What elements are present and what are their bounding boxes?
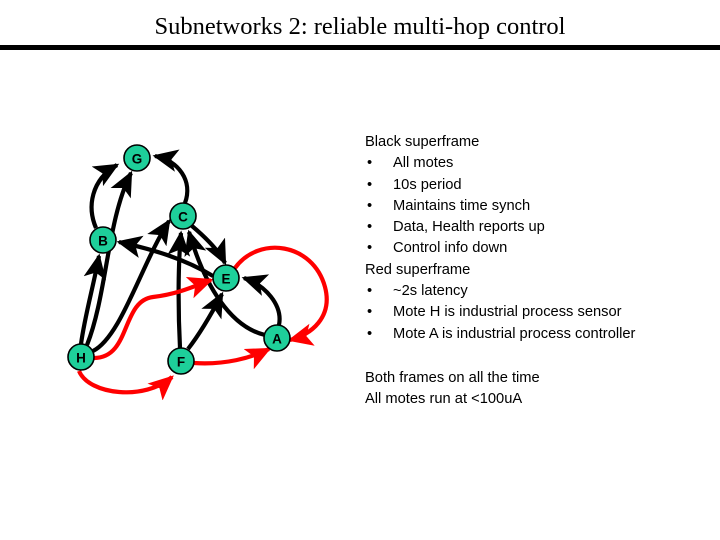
bullet-icon: • xyxy=(367,176,373,193)
black-superframe-item-text: 10s period xyxy=(393,176,462,193)
title-divider xyxy=(0,45,720,50)
node-label-C: C xyxy=(178,210,188,225)
red-superframe-item-text: Mote A is industrial process controller xyxy=(393,325,636,342)
node-label-F: F xyxy=(177,355,185,370)
black-superframe-item-text: Control info down xyxy=(393,240,508,257)
superframe-description: Black superframe • All motes • 10s perio… xyxy=(365,132,710,345)
red-superframe-item-text: Mote H is industrial process sensor xyxy=(393,304,622,321)
edge-H-to-F-red xyxy=(77,369,174,400)
black-superframe-item: • 10s period xyxy=(365,175,710,196)
red-superframe-heading: Red superframe xyxy=(365,261,471,278)
bullet-icon: • xyxy=(367,155,373,172)
bullet-icon: • xyxy=(367,304,373,321)
edge-F-to-E xyxy=(186,291,224,351)
edge-F-to-A-red xyxy=(193,347,272,370)
closing-notes: Both frames on all the time All motes ru… xyxy=(365,368,710,411)
node-C[interactable]: C xyxy=(169,202,197,230)
black-superframe-item-text: All motes xyxy=(393,155,454,172)
edge-A-to-E xyxy=(241,274,282,326)
network-graph-svg: G C B E A H F xyxy=(67,144,329,400)
red-superframe-item: • Mote A is industrial process controlle… xyxy=(365,324,710,345)
bullet-icon: • xyxy=(367,325,373,342)
node-F[interactable]: F xyxy=(167,347,195,375)
black-superframe-item-text: Data, Health reports up xyxy=(393,219,545,236)
node-G[interactable]: G xyxy=(123,144,151,172)
closing-line: All motes run at <100uA xyxy=(365,391,523,408)
slide-canvas: Subnetworks 2: reliable multi-hop contro… xyxy=(0,0,720,540)
black-superframe-item: • Maintains time synch xyxy=(365,196,710,217)
node-E[interactable]: E xyxy=(212,264,240,292)
node-H[interactable]: H xyxy=(67,343,95,371)
edge-C-to-G xyxy=(152,149,190,204)
node-label-A: A xyxy=(272,332,282,347)
edge-B-to-G xyxy=(89,163,120,229)
page-title: Subnetworks 2: reliable multi-hop contro… xyxy=(154,13,566,40)
network-diagram: G C B E A H F xyxy=(45,125,355,400)
bullet-icon: • xyxy=(367,240,373,257)
black-superframe-item-text: Maintains time synch xyxy=(393,197,531,214)
closing-line: Both frames on all the time xyxy=(365,370,540,386)
node-label-G: G xyxy=(132,152,143,167)
red-superframe-item: • ~2s latency xyxy=(365,281,710,302)
node-B[interactable]: B xyxy=(89,226,117,254)
node-label-E: E xyxy=(221,272,230,287)
node-label-B: B xyxy=(98,234,108,249)
bullet-icon: • xyxy=(367,283,373,300)
red-superframe-item: • Mote H is industrial process sensor xyxy=(365,302,710,323)
black-superframe-heading: Black superframe xyxy=(365,134,480,150)
node-A[interactable]: A xyxy=(263,324,291,352)
black-superframe-item: • Data, Health reports up xyxy=(365,217,710,238)
edge-H-to-E-red xyxy=(93,276,214,361)
black-superframe-item: • Control info down xyxy=(365,238,710,259)
black-superframe-item: • All motes xyxy=(365,153,710,174)
red-superframe-item-text: ~2s latency xyxy=(393,283,468,300)
title-block: Subnetworks 2: reliable multi-hop contro… xyxy=(0,12,720,42)
bullet-icon: • xyxy=(367,197,373,214)
bullet-icon: • xyxy=(367,219,373,236)
node-label-H: H xyxy=(76,351,86,366)
